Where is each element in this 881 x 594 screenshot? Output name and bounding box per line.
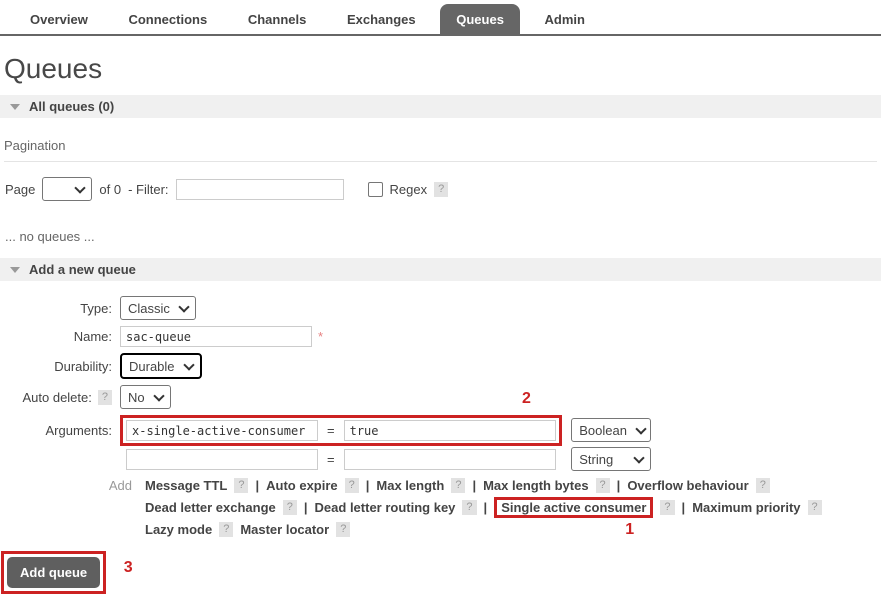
all-queues-header-label: All queues (0): [29, 99, 114, 114]
help-badge[interactable]: ?: [808, 500, 822, 515]
collapse-arrow-icon: [10, 267, 20, 273]
add-queue-form: Type: Classic Name: * Durability: Durabl…: [0, 296, 881, 594]
page-title: Queues: [4, 53, 881, 85]
chevron-down-icon: [635, 423, 646, 434]
auto-delete-select-value: No: [128, 390, 145, 405]
all-queues-section-header[interactable]: All queues (0): [0, 95, 881, 118]
help-badge[interactable]: ?: [219, 522, 233, 537]
step-2-annotation: 2: [522, 390, 531, 408]
add-queue-header-label: Add a new queue: [29, 262, 136, 277]
shortcut-message-ttl[interactable]: Message TTL: [145, 478, 227, 493]
type-select-value: Classic: [128, 301, 170, 316]
help-badge[interactable]: ?: [234, 478, 248, 493]
name-input[interactable]: [120, 326, 312, 347]
regex-checkbox[interactable]: [368, 182, 383, 197]
pagination-controls: Page of 0 - Filter: Regex ?: [5, 177, 881, 201]
chevron-down-icon: [178, 301, 189, 312]
shortcut-dead-letter-routing-key[interactable]: Dead letter routing key: [315, 500, 456, 515]
no-queues-message: ... no queues ...: [5, 229, 881, 244]
shortcut-dead-letter-exchange[interactable]: Dead letter exchange: [145, 500, 276, 515]
help-badge[interactable]: ?: [660, 500, 674, 515]
chevron-down-icon: [634, 452, 645, 463]
shortcut-max-length[interactable]: Max length: [376, 478, 444, 493]
pagination-heading: Pagination: [4, 138, 877, 162]
single-active-consumer-highlight: Single active consumer 1: [494, 497, 653, 518]
shortcut-single-active-consumer[interactable]: Single active consumer: [501, 500, 646, 515]
argument-type-select[interactable]: Boolean: [571, 418, 651, 442]
tab-exchanges[interactable]: Exchanges: [331, 4, 432, 34]
type-label: Type:: [0, 301, 120, 316]
equals-sign: =: [327, 452, 335, 467]
tab-admin[interactable]: Admin: [529, 4, 601, 34]
durability-select-value: Durable: [129, 359, 175, 374]
regex-label: Regex: [390, 182, 428, 197]
argument-key-input[interactable]: [126, 420, 318, 441]
add-queue-button-highlight: Add queue: [1, 551, 106, 594]
equals-sign: =: [327, 423, 335, 438]
durability-select[interactable]: Durable: [120, 353, 202, 379]
argument-type-select[interactable]: String: [571, 447, 651, 471]
help-badge[interactable]: ?: [283, 500, 297, 515]
argument-row-highlight: =: [120, 415, 562, 446]
add-label: Add: [0, 478, 139, 493]
argument-value-input[interactable]: [344, 420, 556, 441]
tab-connections[interactable]: Connections: [112, 4, 223, 34]
shortcut-master-locator[interactable]: Master locator: [240, 522, 329, 537]
step-3-annotation: 3: [124, 559, 133, 577]
shortcut-overflow-behaviour[interactable]: Overflow behaviour: [627, 478, 748, 493]
add-queue-section-header[interactable]: Add a new queue: [0, 258, 881, 281]
arguments-rows: 2 = Boolean = String: [120, 415, 651, 475]
arguments-label: Arguments:: [0, 423, 120, 438]
filter-input[interactable]: [176, 179, 344, 200]
add-queue-button[interactable]: Add queue: [7, 557, 100, 588]
argument-key-input[interactable]: [126, 449, 318, 470]
page-select[interactable]: [42, 177, 92, 201]
name-label: Name:: [0, 329, 120, 344]
chevron-down-icon: [75, 182, 86, 193]
argument-type-value: Boolean: [579, 423, 627, 438]
auto-delete-help-badge[interactable]: ?: [98, 390, 112, 405]
argument-shortcuts: Add Message TTL ? | Auto expire ? | Max …: [0, 478, 881, 537]
help-badge[interactable]: ?: [336, 522, 350, 537]
collapse-arrow-icon: [10, 104, 20, 110]
shortcut-lazy-mode[interactable]: Lazy mode: [145, 522, 212, 537]
main-nav: Overview Connections Channels Exchanges …: [0, 0, 881, 36]
type-select[interactable]: Classic: [120, 296, 196, 320]
page-count-label: of 0: [99, 182, 121, 197]
chevron-down-icon: [153, 390, 164, 401]
required-asterisk: *: [318, 329, 323, 344]
help-badge[interactable]: ?: [596, 478, 610, 493]
shortcut-auto-expire[interactable]: Auto expire: [266, 478, 338, 493]
auto-delete-label: Auto delete:: [22, 390, 91, 405]
help-badge[interactable]: ?: [462, 500, 476, 515]
durability-label: Durability:: [0, 359, 120, 374]
regex-help-badge[interactable]: ?: [434, 182, 448, 197]
tab-overview[interactable]: Overview: [14, 4, 104, 34]
page-label: Page: [5, 182, 35, 197]
filter-label: - Filter:: [128, 182, 168, 197]
help-badge[interactable]: ?: [756, 478, 770, 493]
argument-value-input[interactable]: [344, 449, 556, 470]
shortcut-maximum-priority[interactable]: Maximum priority: [692, 500, 800, 515]
chevron-down-icon: [183, 359, 194, 370]
argument-row: =: [120, 444, 562, 475]
tab-channels[interactable]: Channels: [232, 4, 323, 34]
help-badge[interactable]: ?: [451, 478, 465, 493]
argument-type-value: String: [579, 452, 613, 467]
tab-queues[interactable]: Queues: [440, 4, 520, 34]
auto-delete-select[interactable]: No: [120, 385, 171, 409]
step-1-annotation: 1: [625, 521, 634, 539]
shortcut-max-length-bytes[interactable]: Max length bytes: [483, 478, 588, 493]
help-badge[interactable]: ?: [345, 478, 359, 493]
